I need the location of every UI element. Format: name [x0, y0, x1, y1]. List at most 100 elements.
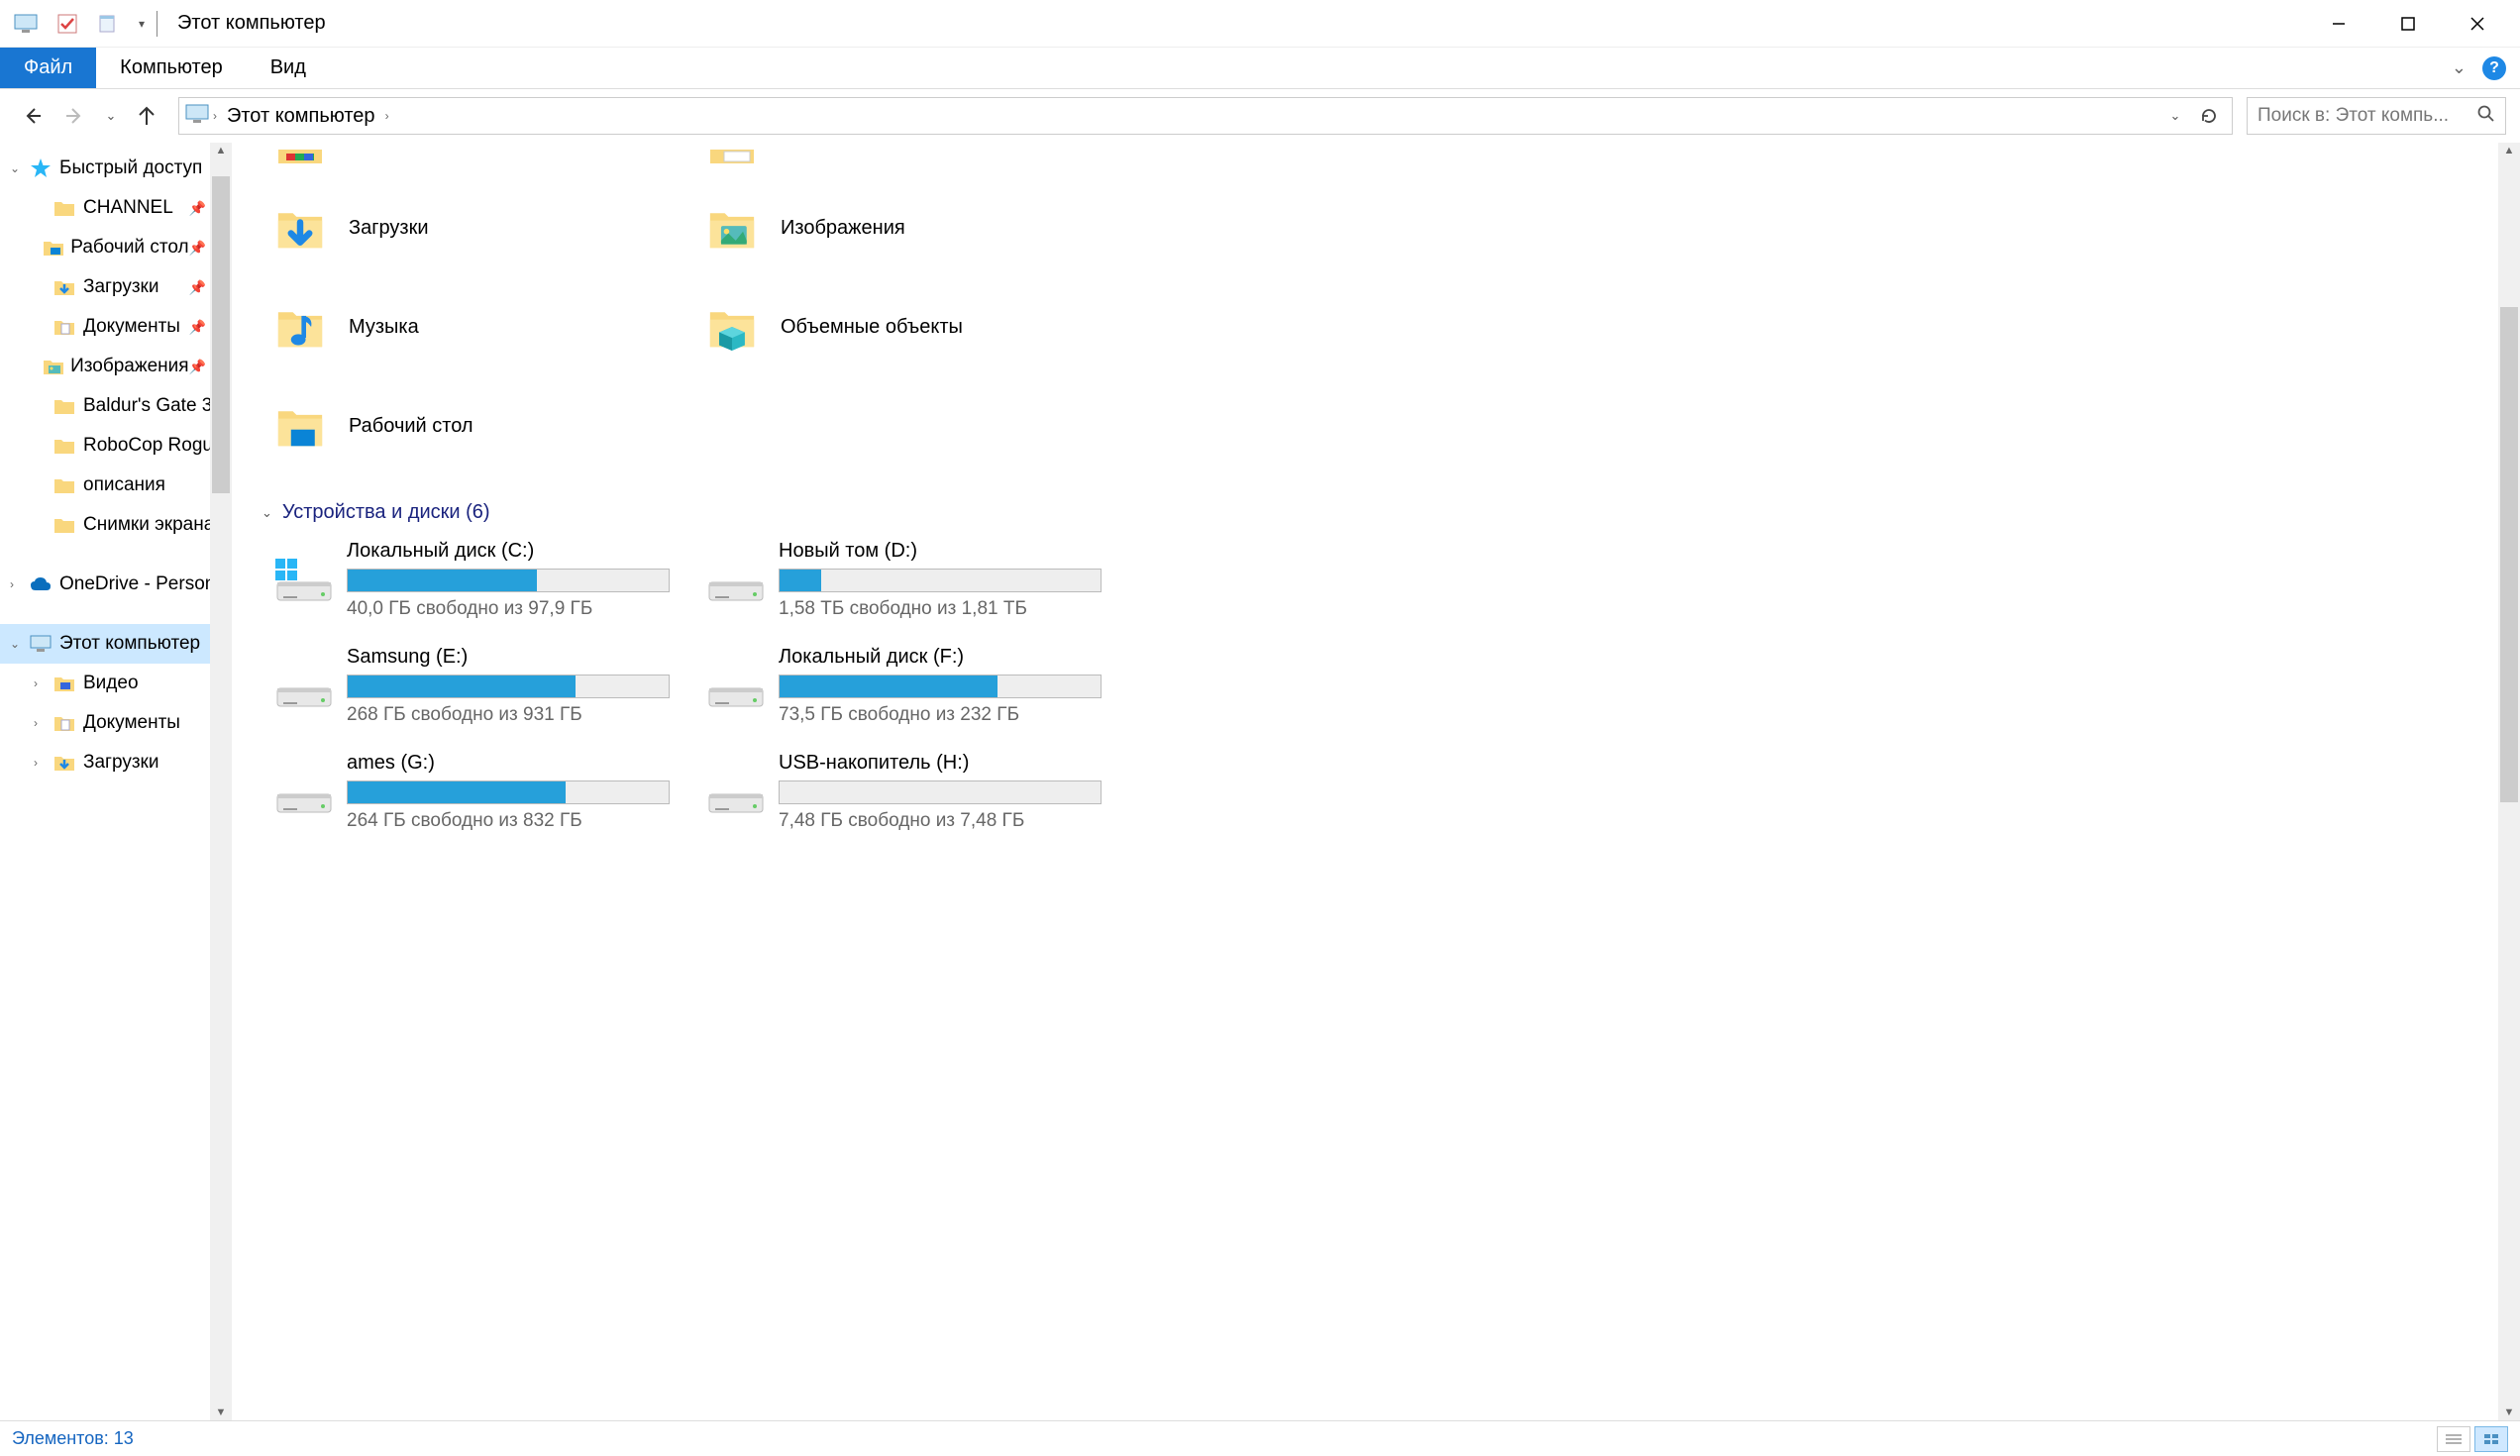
sidebar-scrollbar[interactable]: ▲ ▼: [210, 143, 232, 1420]
tree-item-label: Загрузки: [83, 752, 158, 774]
sidebar-item-5[interactable]: Baldur's Gate 3: [0, 386, 232, 426]
breadcrumb-sep-icon[interactable]: ›: [381, 109, 393, 123]
drive-free-text: 7,48 ГБ свободно из 7,48 ГБ: [779, 810, 1119, 832]
sidebar-item-1[interactable]: Рабочий стол📌: [0, 228, 232, 267]
folder-item-partial[interactable]: [693, 143, 1119, 172]
drive-item[interactable]: Samsung (E:)268 ГБ свободно из 931 ГБ: [262, 646, 687, 726]
tree-item-icon: [52, 754, 77, 772]
scroll-down-icon[interactable]: ▼: [2504, 1404, 2515, 1420]
pin-icon: 📌: [189, 279, 206, 296]
drive-usage-bar: [779, 569, 1102, 592]
tab-view[interactable]: Вид: [247, 48, 330, 88]
pin-icon: 📌: [189, 319, 206, 336]
tab-computer[interactable]: Компьютер: [96, 48, 247, 88]
address-pc-icon: [185, 104, 209, 128]
expander-icon[interactable]: ›: [34, 716, 52, 730]
sidebar-quick-access[interactable]: ⌄Быстрый доступ: [0, 149, 232, 188]
tree-item-icon: [52, 318, 77, 336]
expander-icon[interactable]: ›: [34, 756, 52, 770]
folder-item[interactable]: Загрузки: [262, 188, 687, 267]
sidebar-pc-child-0[interactable]: ›Видео: [0, 664, 232, 703]
content-scrollbar[interactable]: ▲ ▼: [2498, 143, 2520, 1420]
drive-icon: [693, 752, 779, 831]
view-large-icons-button[interactable]: [2474, 1426, 2508, 1452]
tree-item-label: Документы: [83, 316, 180, 338]
folder-label: Музыка: [339, 316, 419, 339]
pin-icon: 📌: [189, 240, 206, 257]
drive-item[interactable]: Локальный диск (C:)40,0 ГБ свободно из 9…: [262, 540, 687, 620]
folder-item[interactable]: Рабочий стол: [262, 386, 687, 466]
scroll-up-icon[interactable]: ▲: [2504, 143, 2515, 158]
qat-dropdown-icon[interactable]: ▾: [139, 17, 145, 31]
tree-item-icon: [28, 157, 53, 179]
folder-label: Изображения: [771, 217, 905, 240]
tab-file[interactable]: Файл: [0, 48, 96, 88]
pictures-folder-icon: [693, 194, 771, 261]
sidebar-pc-child-1[interactable]: ›Документы: [0, 703, 232, 743]
address-dropdown-icon[interactable]: ⌄: [2158, 108, 2192, 124]
sidebar-item-6[interactable]: RoboCop Rogue: [0, 426, 232, 466]
drive-free-text: 264 ГБ свободно из 832 ГБ: [347, 810, 687, 832]
forward-button[interactable]: [57, 98, 93, 134]
scroll-thumb[interactable]: [2500, 307, 2518, 802]
expander-icon[interactable]: ⌄: [10, 161, 28, 175]
view-details-button[interactable]: [2437, 1426, 2470, 1452]
drive-item[interactable]: USB-накопитель (H:) 7,48 ГБ свободно из 7…: [693, 752, 1119, 832]
sidebar-onedrive[interactable]: ›OneDrive - Person: [0, 565, 232, 604]
tree-item-icon: [43, 239, 64, 257]
navigation-pane: ⌄Быстрый доступCHANNEL📌Рабочий стол📌Загр…: [0, 143, 232, 1420]
folder-item[interactable]: Объемные объекты: [693, 287, 1119, 366]
expander-icon[interactable]: ›: [34, 676, 52, 690]
scroll-down-icon[interactable]: ▼: [216, 1404, 227, 1420]
sidebar-item-2[interactable]: Загрузки📌: [0, 267, 232, 307]
help-icon[interactable]: ?: [2482, 56, 2506, 80]
refresh-button[interactable]: [2192, 107, 2226, 125]
drive-item[interactable]: Локальный диск (F:)73,5 ГБ свободно из 2…: [693, 646, 1119, 726]
sidebar-this-pc[interactable]: ⌄Этот компьютер: [0, 624, 232, 664]
back-button[interactable]: [14, 98, 50, 134]
group-title: Устройства и диски (6): [282, 501, 490, 524]
sidebar-item-8[interactable]: Снимки экрана: [0, 505, 232, 545]
recent-locations-button[interactable]: ⌄: [101, 98, 121, 134]
search-placeholder: Поиск в: Этот компь...: [2258, 105, 2477, 127]
folder-item[interactable]: Изображения: [693, 188, 1119, 267]
folder-label: Объемные объекты: [771, 316, 963, 339]
sidebar-item-0[interactable]: CHANNEL📌: [0, 188, 232, 228]
drive-item[interactable]: Новый том (D:)1,58 ТБ свободно из 1,81 Т…: [693, 540, 1119, 620]
search-input[interactable]: Поиск в: Этот компь...: [2247, 97, 2506, 135]
sidebar-item-7[interactable]: описания: [0, 466, 232, 505]
properties-icon[interactable]: [55, 13, 79, 35]
breadcrumb-sep-icon[interactable]: ›: [209, 109, 221, 123]
scroll-thumb[interactable]: [212, 176, 230, 493]
expander-icon[interactable]: ⌄: [10, 637, 28, 651]
sidebar-pc-child-2[interactable]: › Загрузки: [0, 743, 232, 782]
group-header-drives[interactable]: ⌄ Устройства и диски (6): [262, 491, 2500, 540]
downloads-folder-icon: [262, 194, 339, 261]
pin-icon: 📌: [189, 359, 206, 375]
maximize-button[interactable]: [2373, 4, 2443, 44]
expander-icon[interactable]: ›: [10, 577, 28, 591]
folder-item-partial[interactable]: [262, 143, 687, 172]
address-bar[interactable]: › Этот компьютер › ⌄: [178, 97, 2233, 135]
drive-usage-bar: [779, 675, 1102, 698]
drive-name: USB-накопитель (H:): [779, 752, 1119, 780]
close-button[interactable]: [2443, 4, 2512, 44]
drive-name: Локальный диск (F:): [779, 646, 1119, 675]
drive-item[interactable]: ames (G:)264 ГБ свободно из 832 ГБ: [262, 752, 687, 832]
breadcrumb-root[interactable]: Этот компьютер: [221, 105, 381, 128]
minimize-button[interactable]: [2304, 4, 2373, 44]
folder-label: Рабочий стол: [339, 415, 473, 438]
drive-free-text: 1,58 ТБ свободно из 1,81 ТБ: [779, 598, 1119, 620]
drive-icon: [693, 540, 779, 619]
new-folder-icon[interactable]: [97, 13, 121, 35]
sidebar-item-3[interactable]: Документы 📌: [0, 307, 232, 347]
scroll-up-icon[interactable]: ▲: [216, 143, 227, 158]
tree-item-label: RoboCop Rogue: [83, 435, 224, 457]
up-button[interactable]: [129, 98, 164, 134]
folder-item[interactable]: Музыка: [262, 287, 687, 366]
tree-item-label: Изображения: [70, 356, 188, 377]
tree-item-label: описания: [83, 474, 165, 496]
sidebar-item-4[interactable]: Изображения📌: [0, 347, 232, 386]
drive-icon: [693, 646, 779, 725]
ribbon-expand-icon[interactable]: ⌄: [2452, 57, 2467, 78]
